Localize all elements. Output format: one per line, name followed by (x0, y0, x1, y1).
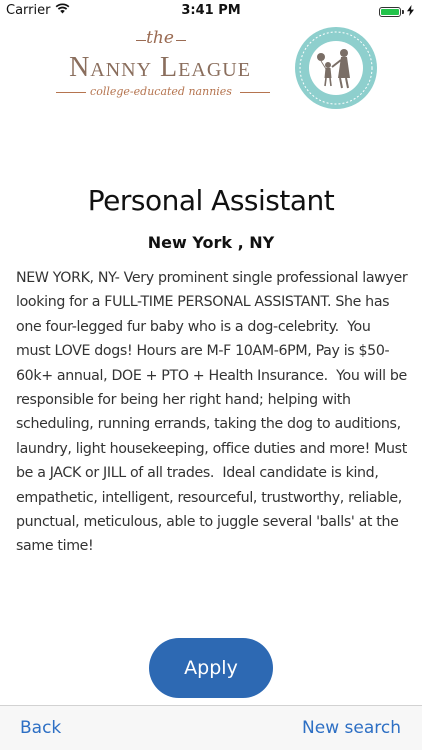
logo-wordmark: Nanny League (69, 52, 251, 83)
logo-rule-right (176, 40, 186, 41)
bottom-toolbar: Back New search (0, 705, 422, 750)
nanny-league-logo: the Nanny League college-educated nannie… (0, 22, 422, 132)
nanny-badge-icon (294, 26, 378, 110)
apply-button[interactable]: Apply (149, 638, 273, 698)
new-search-button[interactable]: New search (302, 718, 401, 738)
back-button[interactable]: Back (20, 718, 61, 738)
battery-tip (402, 10, 404, 14)
charging-bolt-icon (407, 5, 414, 19)
job-location: New York , NY (147, 233, 275, 252)
logo-tagline: college-educated nannies (90, 85, 232, 98)
status-time: 3:41 PM (181, 3, 241, 18)
logo-the-text: the (146, 28, 174, 48)
status-right (379, 5, 414, 19)
tagline-rule-right (240, 92, 270, 93)
status-bar: Carrier 3:41 PM (0, 0, 422, 22)
battery-level (381, 9, 399, 15)
battery-icon (379, 7, 401, 17)
job-description: NEW YORK, NY- Very prominent single prof… (16, 270, 412, 555)
job-title: Personal Assistant (87, 184, 335, 217)
